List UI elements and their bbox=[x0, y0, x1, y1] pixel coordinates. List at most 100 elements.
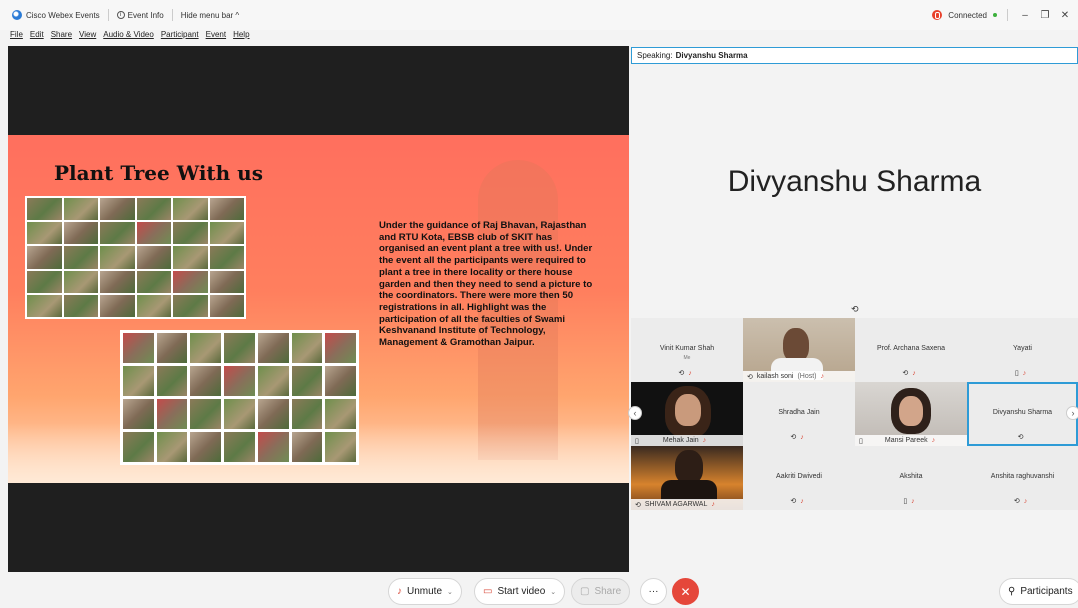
audio-icon: ⟲ bbox=[635, 501, 641, 509]
participant-name: Mehak Jain bbox=[662, 437, 699, 444]
menu-audio-video[interactable]: Audio & Video bbox=[103, 30, 154, 43]
share-screen-icon: ▢ bbox=[580, 586, 590, 597]
close-icon: ✕ bbox=[680, 584, 691, 599]
menu-event[interactable]: Event bbox=[206, 30, 226, 43]
phone-icon: ▯ bbox=[903, 498, 912, 505]
sync-icon[interactable]: ⟲ bbox=[851, 304, 859, 315]
start-video-label: Start video bbox=[497, 586, 546, 597]
mic-muted-icon: ♪ bbox=[711, 501, 715, 508]
mic-muted-icon: ♪ bbox=[702, 437, 707, 444]
title-bar: Cisco Webex Events i Event Info Hide men… bbox=[0, 0, 1078, 30]
participant-tile[interactable]: Shradha Jain ⟲♪ bbox=[743, 382, 855, 446]
menu-share[interactable]: Share bbox=[51, 30, 72, 43]
chevron-right-icon[interactable]: › bbox=[1066, 406, 1078, 420]
meeting-controls: ♪ Unmute ⌄ ▭ Start video ⌄ ▢ Share ··· ✕… bbox=[0, 576, 1078, 608]
audio-icon: ⟲ bbox=[1017, 434, 1028, 441]
participants-button[interactable]: ⚲ Participants bbox=[999, 578, 1078, 605]
host-label: (Host) bbox=[797, 373, 817, 380]
info-icon: i bbox=[116, 11, 125, 19]
divider bbox=[107, 9, 109, 21]
share-button[interactable]: ▢ Share bbox=[571, 578, 631, 605]
participant-tile[interactable]: ▯ Mansi Pareek ♪ bbox=[855, 382, 967, 446]
mic-muted-icon: ♪ bbox=[800, 434, 808, 441]
participant-name: Shradha Jain bbox=[778, 409, 820, 416]
divider bbox=[171, 9, 173, 21]
participant-name: Divyanshu Sharma bbox=[992, 409, 1053, 416]
participant-name: kailash soni bbox=[756, 373, 794, 380]
audio-icon: ⟲ bbox=[1013, 498, 1024, 505]
menu-participant[interactable]: Participant bbox=[161, 30, 199, 43]
speaking-name: Divyanshu Sharma bbox=[675, 51, 748, 60]
mic-muted-icon: ♪ bbox=[800, 498, 808, 505]
leave-meeting-button[interactable]: ✕ bbox=[672, 578, 699, 605]
slide-title: Plant Tree With us bbox=[54, 161, 263, 185]
participant-tile[interactable]: Prof. Archana Saxena ⟲♪ bbox=[855, 318, 967, 382]
photo-collage-top bbox=[25, 196, 246, 319]
video-feed: ▯ Mansi Pareek ♪ bbox=[855, 382, 967, 446]
menu-edit[interactable]: Edit bbox=[30, 30, 44, 43]
menu-file[interactable]: File bbox=[10, 30, 23, 43]
event-info-label: Event Info bbox=[127, 10, 164, 20]
participant-tile[interactable]: Akshita ▯♪ bbox=[855, 446, 967, 510]
participant-tile[interactable]: Anshita raghuvanshi ⟲♪ bbox=[967, 446, 1078, 510]
person-icon: ⚲ bbox=[1008, 586, 1016, 597]
audio-icon: ⟲ bbox=[790, 498, 801, 505]
chevron-left-icon[interactable]: ‹ bbox=[628, 406, 642, 420]
participant-name: Yayati bbox=[1013, 345, 1032, 352]
participant-tile[interactable]: ⟲ SHIVAM AGARWAL ♪ bbox=[631, 446, 743, 510]
video-feed: ⟲ kailash soni (Host) ♪ bbox=[743, 318, 855, 382]
hide-menu-bar-button[interactable]: Hide menu bar ^ bbox=[181, 11, 239, 20]
unmute-label: Unmute bbox=[407, 586, 443, 597]
start-video-button[interactable]: ▭ Start video ⌄ bbox=[474, 578, 566, 605]
audio-icon: ⟲ bbox=[678, 370, 689, 377]
event-info-button[interactable]: i Event Info bbox=[116, 10, 164, 20]
participant-tile-active[interactable]: Divyanshu Sharma ⟲ › bbox=[967, 382, 1078, 446]
participant-tile[interactable]: Aakriti Dwivedi ⟲♪ bbox=[743, 446, 855, 510]
audio-icon: ⟲ bbox=[902, 370, 913, 377]
unmute-button[interactable]: ♪ Unmute ⌄ bbox=[388, 578, 462, 605]
participant-tile[interactable]: Vinit Kumar Shah Me ⟲♪ bbox=[631, 318, 743, 382]
participant-tile[interactable]: Yayati ▯♪ bbox=[967, 318, 1078, 382]
menu-view[interactable]: View bbox=[79, 30, 96, 43]
close-button[interactable]: ✕ bbox=[1058, 10, 1072, 21]
video-off-icon: ▭ bbox=[483, 586, 493, 597]
mic-muted-icon: ♪ bbox=[912, 370, 920, 377]
menu-bar: File Edit Share View Audio & Video Parti… bbox=[10, 30, 250, 43]
webex-logo-icon bbox=[12, 10, 22, 20]
photo-collage-bottom bbox=[120, 330, 359, 465]
menu-help[interactable]: Help bbox=[233, 30, 249, 43]
audio-icon: ⟲ bbox=[790, 434, 801, 441]
participant-grid: Vinit Kumar Shah Me ⟲♪ ⟲ kailash soni (H… bbox=[628, 318, 1078, 510]
mic-muted-icon: ♪ bbox=[1023, 498, 1032, 505]
mic-muted-icon: ♪ bbox=[1022, 370, 1031, 377]
participant-name: SHIVAM AGARWAL bbox=[644, 501, 708, 508]
more-options-button[interactable]: ··· bbox=[640, 578, 667, 605]
divider bbox=[1007, 9, 1008, 21]
participant-tile[interactable]: ⟲ kailash soni (Host) ♪ bbox=[743, 318, 855, 382]
share-label: Share bbox=[594, 586, 622, 597]
minimize-button[interactable]: – bbox=[1018, 10, 1032, 21]
phone-icon: ▯ bbox=[859, 437, 863, 445]
mic-muted-icon: ♪ bbox=[397, 586, 402, 597]
video-feed: ⟲ SHIVAM AGARWAL ♪ bbox=[631, 446, 743, 510]
mic-muted-icon: ♪ bbox=[820, 373, 825, 380]
connection-icon bbox=[932, 10, 943, 20]
participant-tile[interactable]: ▯ Mehak Jain ♪ ‹ bbox=[628, 382, 743, 446]
participant-name: Akshita bbox=[899, 473, 923, 480]
mic-muted-icon: ♪ bbox=[688, 370, 696, 377]
mic-muted-icon: ♪ bbox=[931, 437, 936, 444]
participant-name: Vinit Kumar Shah bbox=[659, 345, 715, 352]
phone-icon: ▯ bbox=[1014, 370, 1023, 377]
participant-name: Aakriti Dwivedi bbox=[776, 473, 822, 480]
audio-icon: ⟲ bbox=[747, 373, 753, 381]
participant-me-label: Me bbox=[683, 355, 691, 361]
participant-name: Anshita raghuvanshi bbox=[990, 473, 1055, 480]
connection-dot-icon bbox=[993, 13, 997, 17]
chevron-down-icon[interactable]: ⌄ bbox=[447, 588, 453, 596]
phone-icon: ▯ bbox=[635, 437, 639, 445]
speaking-indicator: Speaking: Divyanshu Sharma bbox=[631, 47, 1078, 64]
restore-button[interactable]: ❐ bbox=[1038, 10, 1052, 21]
chevron-down-icon[interactable]: ⌄ bbox=[550, 588, 556, 596]
participant-name: Prof. Archana Saxena bbox=[876, 345, 946, 352]
mic-muted-icon: ♪ bbox=[911, 498, 919, 505]
